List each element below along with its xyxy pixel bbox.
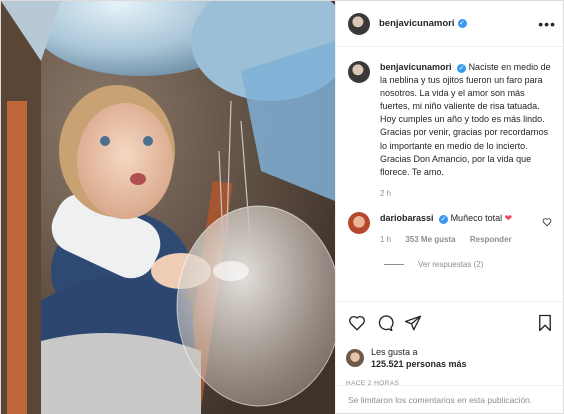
likes-count[interactable]: 125.521 personas más <box>371 358 467 370</box>
caption-username[interactable]: benjavicunamori <box>380 62 452 72</box>
comment-text: Muñeco total <box>450 212 503 223</box>
author-avatar[interactable] <box>348 12 370 35</box>
comment-item: dariobarassi ✓ Muñeco total ❤ 1 h 353 Me… <box>348 211 552 246</box>
share-icon[interactable] <box>402 312 424 334</box>
comment-icon[interactable] <box>374 312 396 334</box>
post-sidebar: benjavicunamori ✓ ••• benjavicunamori ✓ … <box>335 1 564 414</box>
comment-username[interactable]: dariobarassi <box>380 213 434 223</box>
caption-body: benjavicunamori ✓ Naciste en medio de la… <box>380 61 552 200</box>
heart-icon[interactable] <box>346 312 368 334</box>
caption-avatar[interactable] <box>348 61 370 83</box>
post-actions: Les gusta a 125.521 personas más HACE 2 … <box>336 301 564 387</box>
caption-time[interactable]: 2 h <box>380 189 391 198</box>
instagram-post: benjavicunamori ✓ ••• benjavicunamori ✓ … <box>0 0 564 414</box>
comments-section: benjavicunamori ✓ Naciste en medio de la… <box>336 47 564 301</box>
comment-time[interactable]: 1 h <box>380 235 391 244</box>
more-icon[interactable]: ••• <box>538 16 556 32</box>
action-icons <box>346 312 556 334</box>
comment-like-heart-icon[interactable] <box>542 217 552 229</box>
comment-body: dariobarassi ✓ Muñeco total ❤ 1 h 353 Me… <box>380 212 524 246</box>
verified-icon: ✓ <box>457 19 467 28</box>
baby-with-balloons-photo <box>1 1 335 414</box>
caption-meta: 2 h <box>380 187 552 200</box>
comment-meta: 1 h 353 Me gusta Responder <box>380 233 524 246</box>
caption-text: Naciste en medio de la neblina y tus oji… <box>380 62 551 177</box>
view-replies-label[interactable]: Ver respuestas (2) <box>418 260 483 269</box>
likes-line1: Les gusta a <box>371 347 418 357</box>
comment-reply-button[interactable]: Responder <box>470 235 512 244</box>
view-replies-button[interactable]: Ver respuestas (2) <box>384 260 552 269</box>
author-username[interactable]: benjavicunamori <box>379 18 455 29</box>
comment-likes[interactable]: 353 Me gusta <box>405 235 455 244</box>
post-photo[interactable] <box>1 1 335 414</box>
red-heart-emoji: ❤ <box>504 212 513 223</box>
liker-avatar[interactable] <box>346 349 364 367</box>
likes-text: Les gusta a 125.521 personas más <box>371 346 467 370</box>
verified-icon: ✓ <box>457 64 467 73</box>
verified-icon: ✓ <box>439 214 449 224</box>
replies-dash <box>384 264 404 266</box>
caption: benjavicunamori ✓ Naciste en medio de la… <box>348 61 552 200</box>
commenter-avatar[interactable] <box>348 211 370 234</box>
comments-limited-notice: Se limitaron los comentarios en esta pub… <box>336 385 564 414</box>
post-header: benjavicunamori ✓ ••• <box>336 1 564 47</box>
likes-summary[interactable]: Les gusta a 125.521 personas más <box>346 346 556 370</box>
bookmark-icon[interactable] <box>534 312 556 334</box>
